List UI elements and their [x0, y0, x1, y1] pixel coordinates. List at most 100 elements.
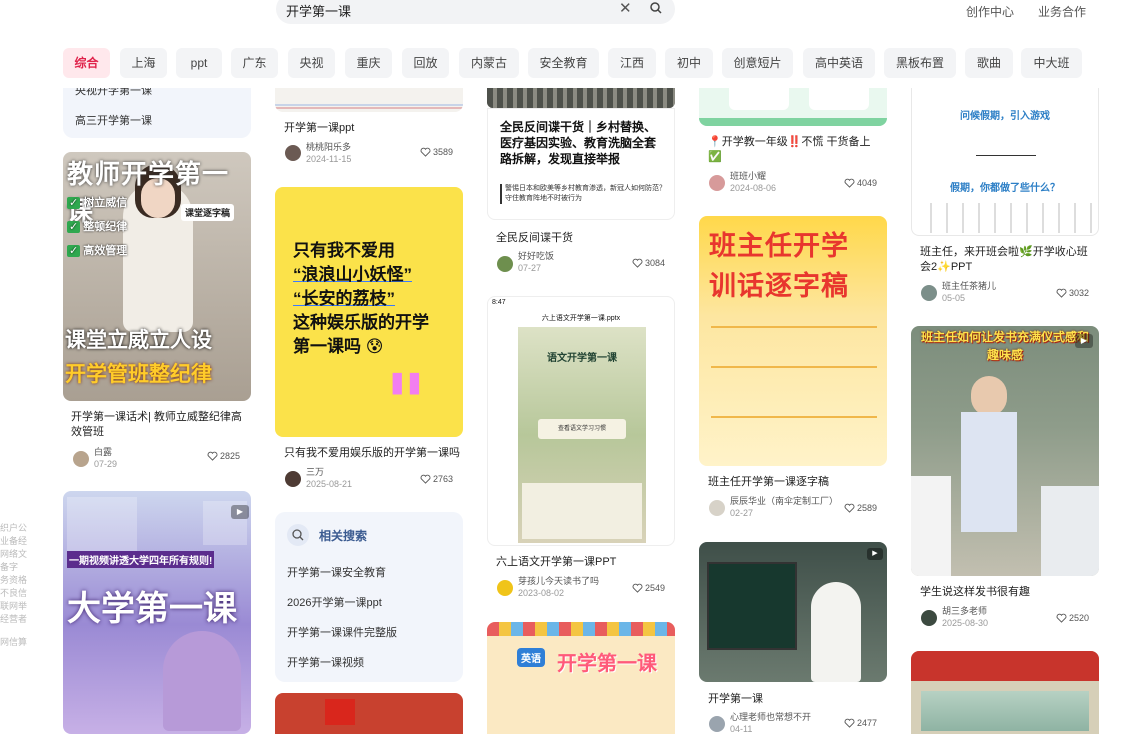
heart-icon[interactable]	[632, 258, 643, 268]
image-subtitle: 一期视频讲透大学四年所有规则!	[67, 551, 215, 568]
like-count[interactable]: 2589	[844, 502, 877, 514]
tag-item[interactable]: 上海	[120, 48, 167, 78]
like-count[interactable]: 3084	[632, 257, 665, 269]
like-count[interactable]: 3032	[1056, 287, 1089, 299]
search-icon[interactable]	[650, 2, 662, 14]
heart-icon[interactable]	[1056, 613, 1067, 623]
like-count[interactable]: 2763	[420, 473, 453, 485]
card-image[interactable]: 班主任开学 训话逐字稿	[699, 216, 887, 466]
heart-icon[interactable]	[207, 451, 218, 461]
sketch-figures	[916, 203, 1096, 233]
author-name[interactable]: 好好吃饭	[518, 251, 554, 262]
card-title[interactable]: 六上语文开学第一课PPT	[496, 555, 616, 570]
related-item[interactable]: 开学第一课安全教育	[287, 564, 386, 580]
card-image[interactable]: 班主任如何让发书充满仪式感和趣味感 ▶	[911, 326, 1099, 576]
heart-icon[interactable]	[844, 178, 855, 188]
tag-item[interactable]: 重庆	[345, 48, 392, 78]
like-count[interactable]: 2549	[632, 582, 665, 594]
card-title[interactable]: 全民反间谍干货	[496, 231, 573, 246]
related-item[interactable]: 2026开学第一课ppt	[287, 594, 382, 610]
author-name[interactable]: 辰辰华业（南伞定制工厂）	[730, 496, 838, 507]
avatar[interactable]	[921, 285, 937, 301]
post-date: 07-29	[94, 459, 118, 469]
related-search-panel: 相关搜索 开学第一课安全教育 2026开学第一课ppt 开学第一课课件完整版 开…	[275, 512, 463, 682]
author-name[interactable]: 桃桃阳乐多	[306, 142, 351, 153]
avatar[interactable]	[709, 175, 725, 191]
tag-item[interactable]: 回放	[402, 48, 449, 78]
heart-icon[interactable]	[844, 503, 855, 513]
tag-item[interactable]: 初中	[665, 48, 713, 78]
like-count[interactable]: 3589	[420, 146, 453, 158]
like-count[interactable]: 2477	[844, 717, 877, 729]
author-name[interactable]: 班班小耀	[730, 171, 766, 182]
card-title[interactable]: 只有我不爱用娱乐版的开学第一课吗	[284, 446, 460, 461]
search-box[interactable]: ✕	[276, 0, 675, 24]
creator-center-link[interactable]: 创作中心	[966, 3, 1014, 20]
search-input[interactable]	[286, 0, 606, 20]
related-heading: 相关搜索	[319, 529, 368, 543]
related-item[interactable]: 开学第一课视频	[287, 654, 364, 670]
post-date: 2024-11-15	[306, 154, 352, 164]
clear-icon[interactable]: ✕	[619, 1, 632, 17]
card-image[interactable]: 问候假期，引入游戏 假期，你都做了些什么？	[911, 78, 1099, 236]
author-name[interactable]: 三万	[306, 467, 324, 478]
card-text-area[interactable]: 全民反间谍干货｜乡村替换、医疗基因实验、教育洗脑全套路拆解，发现直接举报 警惕日…	[487, 108, 675, 220]
image-text: 只有我不爱用 “浪浪山小妖怪” “长安的荔枝” 这种娱乐版的开学 第一课吗 😰	[293, 241, 429, 356]
avatar[interactable]	[497, 256, 513, 272]
tag-item[interactable]: 广东	[231, 48, 278, 78]
card-title[interactable]: 学生说这样发书很有趣	[920, 585, 1030, 600]
card-title[interactable]: 开学第一课话术| 教师立威整纪律高效管班	[71, 410, 247, 440]
heart-icon[interactable]	[632, 583, 643, 593]
avatar[interactable]	[73, 451, 89, 467]
card-title[interactable]: 📍开学教一年级‼️不慌 干货备上✅	[708, 135, 880, 165]
tag-item[interactable]: 黑板布置	[884, 48, 956, 78]
avatar[interactable]	[497, 580, 513, 596]
tag-item[interactable]: 创意短片	[722, 48, 793, 78]
avatar[interactable]	[285, 145, 301, 161]
heart-icon[interactable]	[844, 718, 855, 728]
card-image[interactable]: 一期视频讲透大学四年所有规则! 大学第一课 ▶	[63, 491, 251, 734]
like-count[interactable]: 4049	[844, 177, 877, 189]
tag-item[interactable]: 内蒙古	[459, 48, 519, 78]
tag-item[interactable]: 高中英语	[803, 48, 875, 78]
face-shape	[971, 376, 1007, 416]
author-name[interactable]: 白露	[94, 447, 112, 458]
tag-item[interactable]: 央视	[288, 48, 335, 78]
like-count[interactable]: 2520	[1056, 612, 1089, 624]
image-badge: 课堂逐字稿	[181, 204, 235, 221]
tag-item[interactable]: 中大班	[1021, 48, 1082, 78]
card-image[interactable]: 8:47 六上语文开学第一课.pptx 语文开学第一课 查看语文学习习惯	[487, 296, 675, 546]
card-image[interactable]	[275, 693, 463, 734]
author-name[interactable]: 心理老师也常想不开	[730, 712, 811, 723]
related-item[interactable]: 开学第一课课件完整版	[287, 624, 397, 640]
card-image[interactable]: ▶	[699, 542, 887, 682]
tag-item[interactable]: 江西	[608, 48, 656, 78]
avatar[interactable]	[285, 471, 301, 487]
card-image[interactable]	[911, 651, 1099, 734]
author-name[interactable]: 胡三多老师	[942, 606, 987, 617]
related-item[interactable]: 高三开学第一课	[75, 112, 152, 128]
card-title[interactable]: 班主任，来开班会啦🌿开学收心班会2✨PPT	[920, 245, 1092, 275]
tag-item[interactable]: 综合	[63, 48, 110, 78]
author-name[interactable]: 芽孩儿今天读书了吗	[518, 576, 599, 587]
author-name[interactable]: 班主任茶猪儿	[942, 281, 996, 292]
card-title[interactable]: 开学第一课	[708, 692, 763, 707]
tag-item[interactable]: ppt	[176, 48, 222, 78]
card-title[interactable]: 班主任开学第一课逐字稿	[708, 475, 829, 490]
post-date: 2023-08-02	[518, 588, 565, 598]
card-image[interactable]: 教师开学第一课 ✓ 树立威信 ✓ 整顿纪律 ✓ 高效管理 课堂逐字稿 课堂立威立…	[63, 152, 251, 401]
like-count[interactable]: 2825	[207, 450, 240, 462]
card-title[interactable]: 开学第一课ppt	[284, 121, 354, 136]
avatar[interactable]	[709, 716, 725, 732]
heart-icon[interactable]	[420, 147, 431, 157]
image-title: 班主任开学	[709, 231, 849, 261]
card-image[interactable]: 只有我不爱用 “浪浪山小妖怪” “长安的荔枝” 这种娱乐版的开学 第一课吗 😰 …	[275, 187, 463, 437]
business-link[interactable]: 业务合作	[1038, 3, 1086, 20]
tag-item[interactable]: 安全教育	[528, 48, 599, 78]
heart-icon[interactable]	[1056, 288, 1067, 298]
tag-item[interactable]: 歌曲	[965, 48, 1013, 78]
avatar[interactable]	[921, 610, 937, 626]
card-image[interactable]: 英语 开学第一课	[487, 622, 675, 734]
heart-icon[interactable]	[420, 474, 431, 484]
avatar[interactable]	[709, 500, 725, 516]
